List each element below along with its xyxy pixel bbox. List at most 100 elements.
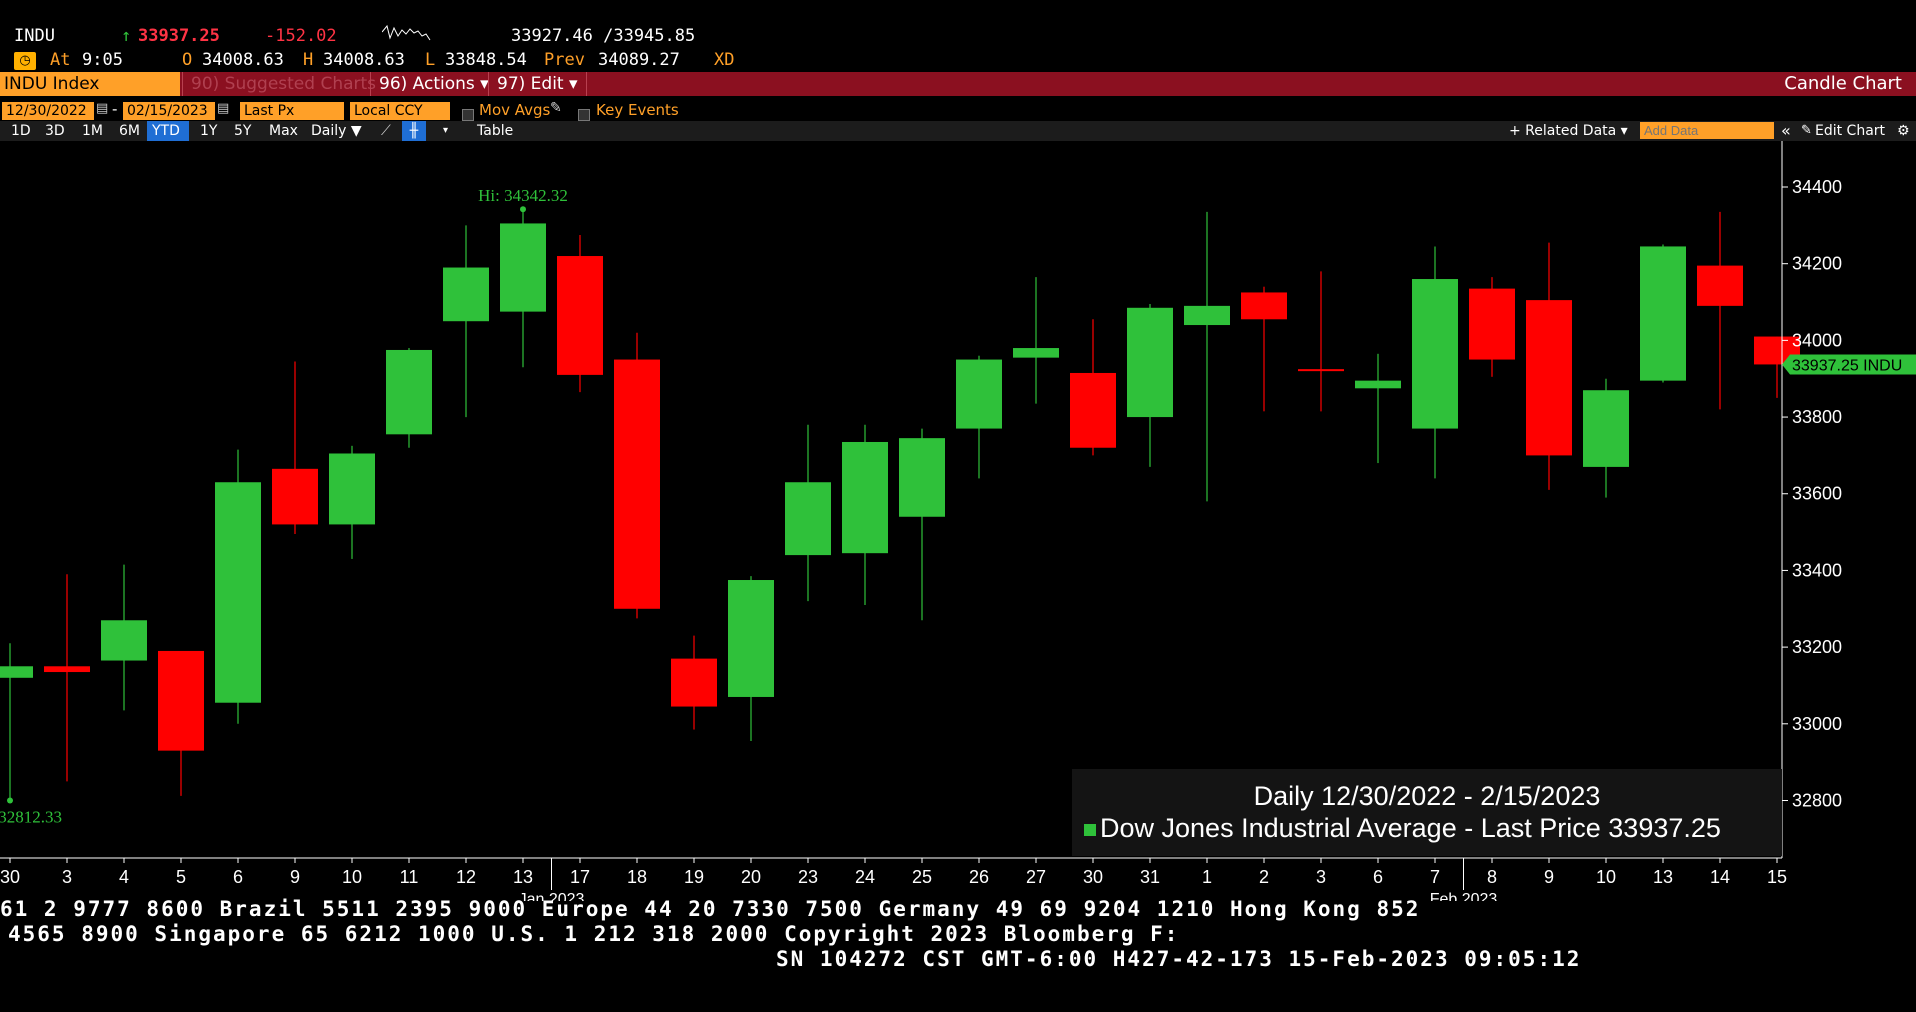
clock-icon: ◷ [14, 49, 36, 70]
start-date-field[interactable]: 12/30/2022 [2, 102, 94, 120]
period-ytd[interactable]: YTD [147, 121, 189, 141]
candle-body [1640, 246, 1686, 381]
period-6m[interactable]: 6M [114, 121, 145, 141]
x-tick-label: 15 [1767, 867, 1787, 887]
chart-style-dropdown-icon[interactable]: ▾ [438, 121, 453, 141]
table-button[interactable]: Table [472, 121, 518, 141]
candle [1412, 246, 1458, 479]
tape-line-1: 61 2 9777 8600 Brazil 5511 2395 9000 Eur… [0, 897, 1421, 921]
y-tick-label: 33400 [1792, 560, 1842, 580]
edit-menu[interactable]: 97) Edit ▾ [488, 72, 587, 96]
candle-body [329, 453, 375, 525]
mov-avgs-label: Mov Avgs [479, 101, 551, 119]
candle [557, 234, 603, 393]
x-tick-label: 26 [969, 867, 989, 887]
period-3d[interactable]: 3D [40, 121, 70, 141]
x-tick-label: 9 [290, 867, 300, 887]
x-tick-label: 8 [1487, 867, 1497, 887]
x-tick-label: 23 [798, 867, 818, 887]
last-price-tag-label: 33937.25 INDU [1792, 357, 1902, 374]
period-max[interactable]: Max [264, 121, 303, 141]
key-events-label: Key Events [596, 101, 679, 119]
candle [386, 348, 432, 448]
candle-chart-icon[interactable]: ╫ [402, 121, 426, 141]
related-data-button[interactable]: + Related Data ▾ [1504, 121, 1633, 141]
legend-entry: Dow Jones Industrial Average - Last Pric… [1084, 813, 1721, 844]
calendar-icon[interactable]: ▤ [217, 101, 229, 116]
candle [1640, 244, 1686, 383]
title-bar: INDU Index 90) Suggested Charts 96) Acti… [0, 72, 1916, 96]
candle-body [1355, 380, 1401, 389]
candle-body [785, 482, 831, 556]
x-tick-label: 14 [1710, 867, 1730, 887]
low-label: L [425, 50, 436, 70]
x-tick-label: 31 [1140, 867, 1160, 887]
candle [44, 574, 90, 782]
candle-body [386, 349, 432, 435]
gear-icon[interactable]: ⚙ [1892, 121, 1915, 141]
period-5y[interactable]: 5Y [229, 121, 256, 141]
x-tick-label: 27 [1026, 867, 1046, 887]
candle-body [1013, 348, 1059, 358]
period-1m[interactable]: 1M [77, 121, 108, 141]
bid-ask: 33927.46 /33945.85 [511, 26, 696, 46]
candle-body [1070, 372, 1116, 448]
x-tick-label: 3 [62, 867, 72, 887]
collapse-icon[interactable]: « [1776, 121, 1796, 141]
low-marker [7, 797, 13, 804]
candle-body [1298, 369, 1344, 372]
calendar-icon[interactable]: ▤ [96, 101, 108, 116]
xd-flag: XD [714, 50, 735, 70]
x-tick-label: 11 [400, 867, 419, 887]
tape-line-2: 4565 8900 Singapore 65 6212 1000 U.S. 1 … [8, 922, 1180, 946]
low-price: 33848.54 [445, 50, 527, 70]
x-tick-label: 9 [1544, 867, 1554, 887]
candle [1298, 271, 1344, 412]
candle [785, 424, 831, 602]
ticker-field[interactable]: INDU Index [0, 72, 180, 96]
candle [101, 564, 147, 711]
x-tick-label: 5 [176, 867, 186, 887]
legend-title: Daily 12/30/2022 - 2/15/2023 [1253, 781, 1601, 811]
candle [1526, 242, 1572, 490]
y-tick-label: 34400 [1792, 177, 1842, 197]
legend-swatch [1084, 823, 1096, 836]
last-price: 33937.25 [138, 26, 220, 46]
frequency-select[interactable]: Daily ▼ [306, 121, 367, 141]
open-price: 34008.63 [202, 50, 284, 70]
currency-select[interactable]: Local CCY [350, 102, 450, 120]
period-1d[interactable]: 1D [6, 121, 36, 141]
x-tick-label: 4 [119, 867, 129, 887]
candle-body [1583, 390, 1629, 467]
candle [158, 650, 204, 796]
candle [1241, 286, 1287, 412]
y-tick-label: 33600 [1792, 484, 1842, 504]
line-chart-icon[interactable]: ⟋ [376, 121, 396, 141]
hi-label: Hi: 34342.32 [478, 186, 568, 205]
price-field-select[interactable]: Last Px [240, 102, 344, 120]
suggested-charts-menu[interactable]: 90) Suggested Charts [182, 72, 384, 96]
time-label: At [50, 50, 71, 70]
candles-layer [0, 209, 1800, 801]
period-1y[interactable]: 1Y [195, 121, 222, 141]
candle [1697, 211, 1743, 410]
x-tick-label: 19 [684, 867, 704, 887]
chart-legend: Daily 12/30/2022 - 2/15/2023 Dow Jones I… [1072, 769, 1782, 856]
candle [1070, 319, 1116, 456]
period-bar: 1D 3D 1M 6M YTD 1Y 5Y Max Daily ▼ ⟋ ╫ ▾ … [0, 121, 1916, 141]
candle [443, 225, 489, 418]
candle-body [1241, 292, 1287, 320]
add-data-input[interactable] [1640, 122, 1774, 139]
candle-body [272, 468, 318, 525]
low-label: Low: 32812.33 [0, 807, 62, 826]
y-tick-label: 33000 [1792, 714, 1842, 734]
candle-body [500, 223, 546, 312]
candle-body [899, 438, 945, 517]
candle [1013, 277, 1059, 404]
pencil-icon[interactable]: ✎ [550, 100, 562, 116]
actions-menu[interactable]: 96) Actions ▾ [370, 72, 497, 96]
x-tick-label: 6 [233, 867, 243, 887]
candle-body [728, 580, 774, 697]
end-date-field[interactable]: 02/15/2023 [123, 102, 215, 120]
edit-chart-button[interactable]: Edit Chart [1810, 121, 1890, 141]
